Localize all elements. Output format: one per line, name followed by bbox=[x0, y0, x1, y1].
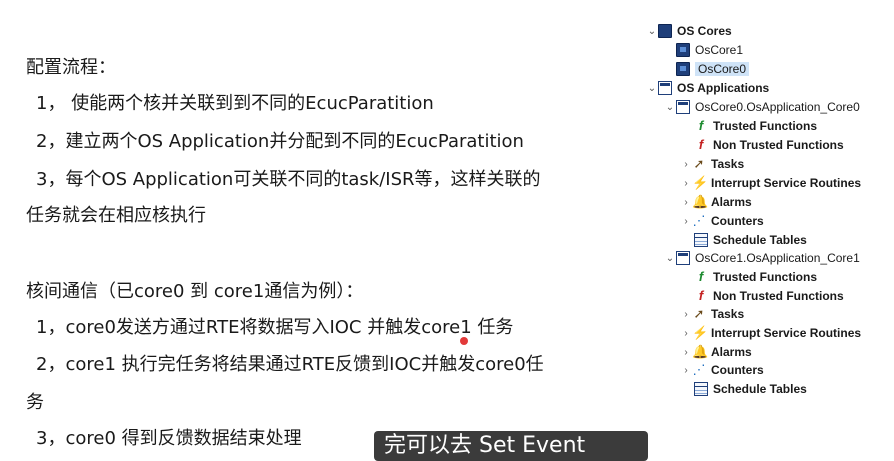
video-subtitle: 完可以去 Set Event bbox=[374, 431, 648, 461]
function-icon: f bbox=[698, 137, 704, 152]
tree-label: Interrupt Service Routines bbox=[711, 176, 862, 190]
tree-node-oscore0[interactable]: OsCore0 bbox=[676, 60, 750, 78]
tree-label: Counters bbox=[711, 363, 764, 377]
chevron-right-icon[interactable]: › bbox=[680, 309, 692, 320]
tree-label: Interrupt Service Routines bbox=[711, 326, 862, 340]
applications-icon bbox=[658, 81, 672, 95]
tree-label: Trusted Functions bbox=[713, 270, 818, 284]
chevron-down-icon[interactable]: ⌄ bbox=[646, 26, 658, 37]
config-step-2: 2，建立两个OS Application并分配到不同的EcucParatitio… bbox=[36, 131, 524, 152]
counter-icon: ⋰ bbox=[692, 213, 706, 228]
application-icon bbox=[676, 251, 690, 265]
pointer-marker bbox=[460, 337, 468, 345]
config-step-3: 3，每个OS Application可关联不同的task/ISR等，这样关联的 bbox=[36, 169, 541, 190]
tree-label: OsCore1 bbox=[695, 43, 744, 57]
tree-node-schedule-tables-0[interactable]: Schedule Tables bbox=[694, 231, 807, 249]
tree-label: OS Applications bbox=[677, 81, 770, 95]
chevron-down-icon[interactable]: ⌄ bbox=[646, 83, 658, 94]
tree-label: Schedule Tables bbox=[713, 382, 807, 396]
tree-node-counters-0[interactable]: › ⋰ Counters bbox=[680, 212, 764, 230]
tree-node-counters-1[interactable]: › ⋰ Counters bbox=[680, 361, 764, 379]
tree-node-schedule-tables-1[interactable]: Schedule Tables bbox=[694, 380, 807, 398]
alarm-bell-icon: 🔔 bbox=[692, 344, 709, 359]
chevron-right-icon[interactable]: › bbox=[680, 178, 692, 189]
chevron-right-icon[interactable]: › bbox=[680, 365, 692, 376]
config-step-1: 1， 使能两个核并关联到到不同的EcucParatition bbox=[36, 93, 434, 114]
tree-node-oscore1[interactable]: OsCore1 bbox=[676, 41, 743, 59]
core-icon bbox=[676, 43, 690, 57]
tree-label: Tasks bbox=[711, 307, 745, 321]
application-icon bbox=[676, 100, 690, 114]
tree-node-app-core0[interactable]: ⌄ OsCore0.OsApplication_Core0 bbox=[664, 98, 860, 116]
task-icon: ➚ bbox=[693, 156, 705, 171]
function-icon: f bbox=[698, 118, 704, 133]
task-icon: ➚ bbox=[693, 306, 705, 321]
chevron-right-icon[interactable]: › bbox=[680, 197, 692, 208]
ipc-step-2: 2，core1 执行完任务将结果通过RTE反馈到IOC并触发core0任 bbox=[36, 354, 544, 375]
tree-node-isr-0[interactable]: › ⚡ Interrupt Service Routines bbox=[680, 174, 861, 192]
tree-label: Non Trusted Functions bbox=[713, 138, 844, 152]
ipc-step-3: 3，core0 得到反馈数据结束处理 bbox=[36, 428, 302, 449]
function-icon: f bbox=[698, 269, 704, 284]
tree-node-alarms-1[interactable]: › 🔔 Alarms bbox=[680, 343, 752, 361]
tree-node-tasks-1[interactable]: › ➚ Tasks bbox=[680, 305, 744, 323]
chevron-down-icon[interactable]: ⌄ bbox=[664, 102, 676, 113]
tree-node-isr-1[interactable]: › ⚡ Interrupt Service Routines bbox=[680, 324, 861, 342]
tree-label: OS Cores bbox=[677, 24, 732, 38]
tree-label: Alarms bbox=[711, 195, 752, 209]
tree-label: OsCore1.OsApplication_Core1 bbox=[695, 251, 860, 265]
tree-label: Counters bbox=[711, 214, 764, 228]
tree-node-alarms-0[interactable]: › 🔔 Alarms bbox=[680, 193, 752, 211]
tree-node-tasks-0[interactable]: › ➚ Tasks bbox=[680, 155, 744, 173]
slide-content: 配置流程： 1， 使能两个核并关联到到不同的EcucParatition 2，建… bbox=[0, 0, 630, 449]
tree-node-trusted-functions-0[interactable]: f Trusted Functions bbox=[694, 117, 817, 135]
function-icon: f bbox=[698, 288, 704, 303]
chevron-down-icon[interactable]: ⌄ bbox=[664, 253, 676, 264]
tree-node-os-applications[interactable]: ⌄ OS Applications bbox=[646, 79, 769, 97]
table-icon bbox=[694, 233, 708, 247]
ipc-step-1: 1，core0发送方通过RTE将数据写入IOC 并触发core1 任务 bbox=[36, 317, 514, 338]
chevron-right-icon[interactable]: › bbox=[680, 347, 692, 358]
alarm-bell-icon: 🔔 bbox=[692, 194, 709, 209]
cores-icon bbox=[658, 24, 672, 38]
config-step-3-cont: 任务就会在相应核执行 bbox=[26, 205, 206, 226]
chevron-right-icon[interactable]: › bbox=[680, 216, 692, 227]
table-icon bbox=[694, 382, 708, 396]
tree-node-trusted-functions-1[interactable]: f Trusted Functions bbox=[694, 268, 817, 286]
tree-label: OsCore0 bbox=[695, 62, 750, 76]
tree-label: OsCore0.OsApplication_Core0 bbox=[695, 100, 860, 114]
tree-node-os-cores[interactable]: ⌄ OS Cores bbox=[646, 22, 732, 40]
ipc-heading: 核间通信（已core0 到 core1通信为例）： bbox=[26, 281, 364, 302]
core-icon bbox=[676, 62, 690, 76]
tree-node-non-trusted-functions-0[interactable]: f Non Trusted Functions bbox=[694, 136, 844, 154]
interrupt-icon: ⚡ bbox=[692, 175, 709, 190]
tree-label: Non Trusted Functions bbox=[713, 289, 844, 303]
tree-label: Tasks bbox=[711, 157, 745, 171]
tree-label: Schedule Tables bbox=[713, 233, 807, 247]
chevron-right-icon[interactable]: › bbox=[680, 159, 692, 170]
counter-icon: ⋰ bbox=[692, 362, 706, 377]
chevron-right-icon[interactable]: › bbox=[680, 328, 692, 339]
config-heading: 配置流程： bbox=[26, 57, 116, 78]
interrupt-icon: ⚡ bbox=[692, 325, 709, 340]
tree-node-non-trusted-functions-1[interactable]: f Non Trusted Functions bbox=[694, 287, 844, 305]
ipc-step-2-cont: 务 bbox=[26, 392, 44, 413]
tree-label: Trusted Functions bbox=[713, 119, 818, 133]
tree-label: Alarms bbox=[711, 345, 752, 359]
tree-node-app-core1[interactable]: ⌄ OsCore1.OsApplication_Core1 bbox=[664, 249, 860, 267]
